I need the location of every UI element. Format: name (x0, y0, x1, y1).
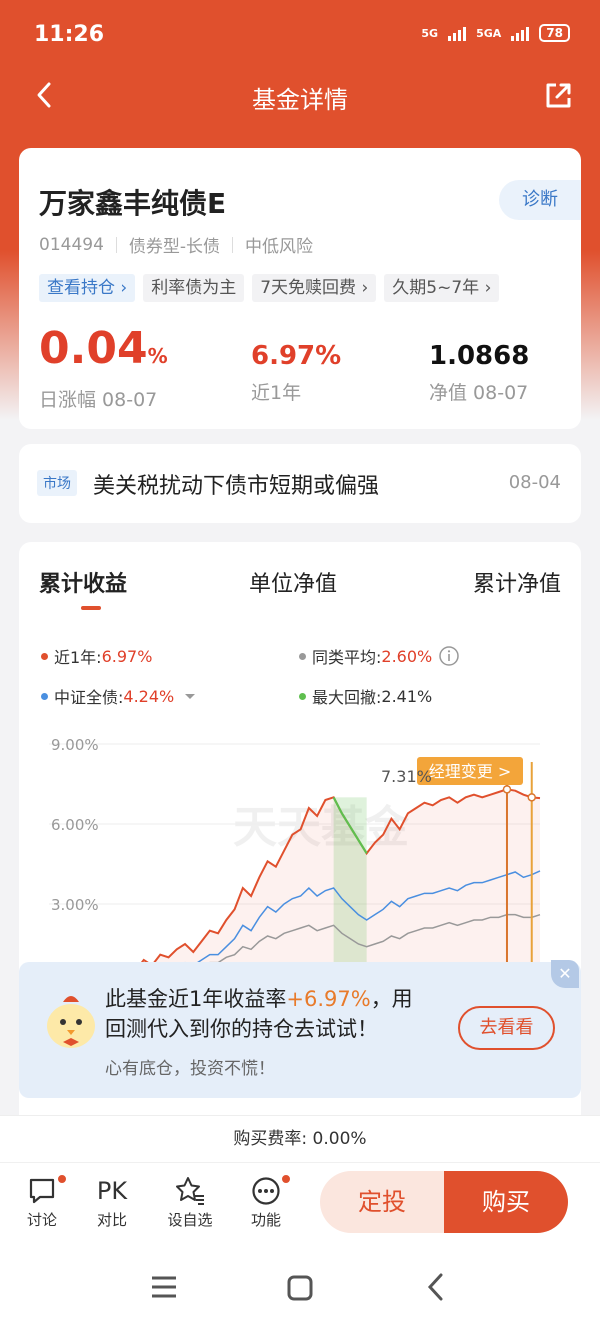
fund-area (142, 789, 540, 962)
legend-dot (299, 692, 306, 700)
close-icon[interactable]: ✕ (551, 960, 579, 988)
chevron-right-icon: › (484, 278, 492, 298)
diagnose-button[interactable]: 诊断 (499, 180, 581, 220)
network-5ga-label: 5GA (476, 26, 502, 40)
nav-bar: 基金详情 (0, 70, 600, 122)
caret-down-icon (185, 694, 196, 699)
promo-go-button[interactable]: 去看看 (458, 1006, 555, 1050)
news-card[interactable]: 市场 美关税扰动下债市短期或偏强 08-04 (19, 444, 581, 523)
chat-bubble-icon (29, 1178, 55, 1204)
auto-invest-button[interactable]: 定投 (320, 1171, 444, 1233)
watchlist-button[interactable]: 设自选 (160, 1173, 220, 1230)
news-badge: 市场 (37, 470, 77, 496)
bottom-action-bar: 讨论 PK 对比 设自选 功能 定投 购买 (0, 1162, 600, 1242)
back-icon[interactable] (424, 1272, 448, 1302)
status-icons: 5G 5GA 78 (421, 24, 570, 42)
network-5g-label: 5G (421, 26, 439, 40)
promo-banner: ✕ 此基金近1年收益率+6.97%，用 回测代入到你的持仓去试试！ 心有底仓，投… (19, 960, 581, 1098)
status-bar: 11:26 5G 5GA 78 (0, 0, 600, 70)
compare-button[interactable]: PK 对比 (82, 1173, 142, 1230)
fund-tags: 查看持仓 › 利率债为主 7天免赎回费 › 久期5~7年 › (39, 274, 500, 302)
tab-cumulative-nav[interactable]: 累计净值 (473, 566, 561, 598)
chick-mascot-icon (47, 996, 95, 1048)
promo-text: 此基金近1年收益率+6.97%，用 回测代入到你的持仓去试试！ (105, 987, 413, 1041)
fund-code: 014494 (39, 234, 104, 255)
legend-drawdown: 最大回撤: 2.41% (299, 684, 432, 708)
buy-button[interactable]: 购买 (444, 1171, 568, 1233)
tag-view-holdings[interactable]: 查看持仓 › (39, 274, 136, 302)
signal-icon (511, 25, 530, 41)
y-tick-label: 3.00% (51, 896, 99, 914)
more-icon (252, 1177, 280, 1205)
promo-subtext: 心有底仓，投资不慌！ (105, 1059, 275, 1079)
legend-peer: 同类平均: 2.60% (299, 644, 460, 668)
functions-button[interactable]: 功能 (236, 1173, 296, 1230)
legend-dot (41, 652, 48, 660)
peak-label: 7.31% (381, 767, 432, 786)
y-tick-label: 9.00% (51, 736, 99, 754)
tab-underline (81, 606, 101, 610)
legend-dot (299, 652, 306, 660)
system-nav-bar (0, 1242, 600, 1335)
discuss-button[interactable]: 讨论 (12, 1173, 72, 1230)
legend-fund: 近1年: 6.97% (41, 644, 152, 668)
home-icon[interactable] (286, 1274, 314, 1302)
pk-icon: PK (96, 1177, 128, 1205)
divider (115, 236, 117, 253)
battery-icon: 78 (539, 24, 570, 42)
notification-dot (56, 1173, 68, 1185)
tag-rate-bond: 利率债为主 (143, 274, 245, 302)
star-list-icon (176, 1177, 204, 1205)
info-icon[interactable] (438, 645, 460, 667)
fund-meta: 014494 债券型-长债 中低风险 (39, 232, 314, 258)
notification-dot (280, 1173, 292, 1185)
manager-change-label: 经理变更 > (417, 757, 523, 785)
y-tick-label: 6.00% (51, 816, 99, 834)
share-icon[interactable] (542, 80, 574, 112)
legend-dot (41, 692, 48, 700)
legend-index[interactable]: 中证全债: 4.24% (41, 684, 198, 708)
manager-change-text: 经理变更 > (429, 762, 512, 781)
tag-redemption[interactable]: 7天免赎回费 › (252, 274, 377, 302)
stat-daily-change: 0.04% 日涨幅 08-07 (39, 323, 168, 412)
signal-icon (448, 25, 467, 41)
page-title: 基金详情 (252, 86, 348, 114)
fund-type: 债券型-长债 (128, 237, 221, 257)
return-chart[interactable]: 天天基金9.00%6.00%3.00%经理变更 >7.31% (19, 722, 581, 962)
fund-risk: 中低风险 (245, 237, 314, 257)
stat-year-return: 6.97% 近1年 (251, 341, 342, 404)
stat-nav: 1.0868 净值 08-07 (429, 341, 530, 404)
tag-duration[interactable]: 久期5~7年 › (384, 274, 500, 302)
divider (232, 236, 234, 253)
news-date: 08-04 (508, 472, 561, 493)
fund-summary-card: 万家鑫丰纯债E 诊断 014494 债券型-长债 中低风险 查看持仓 › 利率债… (19, 148, 581, 429)
status-time: 11:26 (34, 22, 105, 47)
purchase-fee: 购买费率: 0.00% (0, 1115, 600, 1163)
drawdown-region (333, 797, 367, 962)
manager-change-point (502, 785, 512, 794)
fund-name: 万家鑫丰纯债E (39, 187, 227, 220)
menu-icon[interactable] (150, 1274, 178, 1300)
chevron-right-icon: › (361, 278, 369, 298)
chevron-right-icon: › (120, 278, 128, 298)
tab-unit-nav[interactable]: 单位净值 (249, 566, 337, 598)
manager-change-point (527, 793, 536, 802)
tab-cumulative-return[interactable]: 累计收益 (39, 566, 127, 598)
news-headline[interactable]: 美关税扰动下债市短期或偏强 (93, 468, 379, 500)
